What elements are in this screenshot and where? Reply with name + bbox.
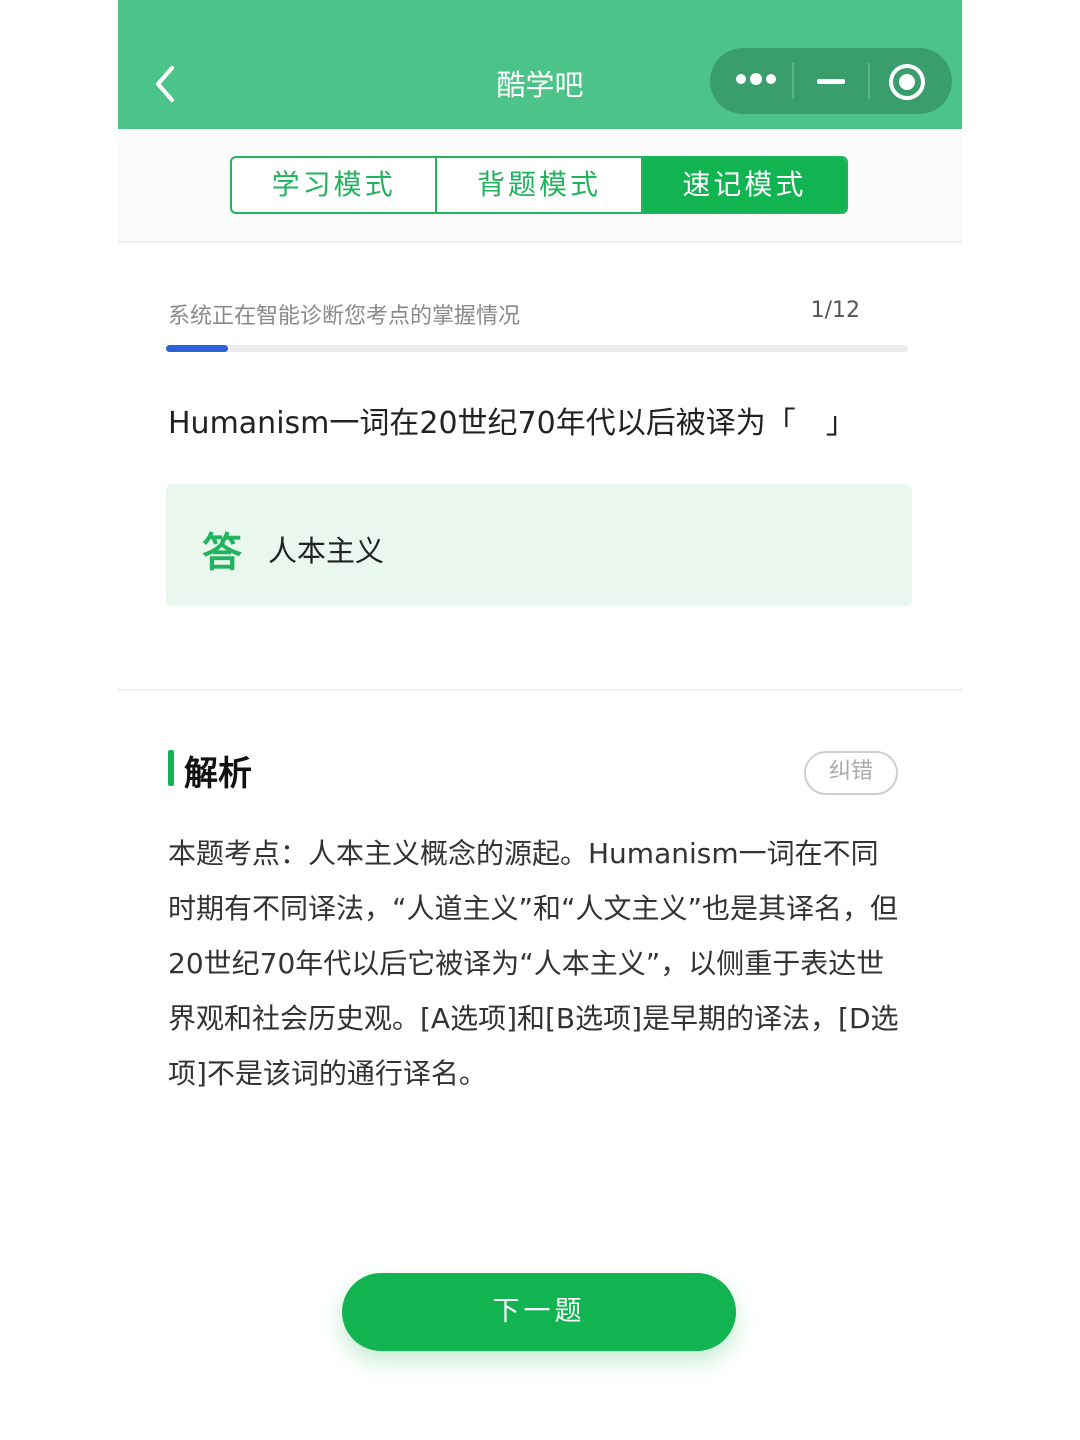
tab-study-mode[interactable]: 学习模式 <box>232 158 435 212</box>
section-divider <box>118 689 962 691</box>
mode-tabs: 学习模式 背题模式 速记模式 <box>230 156 848 214</box>
next-question-button[interactable]: 下一题 <box>342 1273 736 1351</box>
report-error-button[interactable]: 纠错 <box>804 751 898 795</box>
analysis-title: 解析 <box>184 754 252 794</box>
tab-quick-memo-mode[interactable]: 速记模式 <box>640 158 846 212</box>
question-counter: 1/12 <box>810 298 860 323</box>
diagnosis-status: 系统正在智能诊断您考点的掌握情况 <box>168 304 521 329</box>
more-button[interactable] <box>718 48 792 114</box>
answer-text: 人本主义 <box>268 534 385 568</box>
minimize-button[interactable] <box>794 48 868 114</box>
answer-label: 答 <box>202 530 242 576</box>
mode-tabs-area: 学习模式 背题模式 速记模式 <box>118 129 962 243</box>
section-accent-bar <box>168 750 174 786</box>
miniprogram-capsule <box>710 48 952 114</box>
minimize-icon <box>817 79 845 84</box>
nav-bar: 酷学吧 <box>118 0 962 129</box>
close-button[interactable] <box>870 48 944 114</box>
answer-card: 答 人本主义 <box>166 484 912 606</box>
tab-recite-mode[interactable]: 背题模式 <box>435 158 640 212</box>
more-dots-icon <box>736 74 746 84</box>
app-screen: 酷学吧 学习模式 背题模式 速记模式 系统正在智能诊断您考点的掌握情况 1/12… <box>118 0 962 1440</box>
progress-track <box>166 345 908 352</box>
analysis-text: 本题考点：人本主义概念的源起。Humanism一词在不同时期有不同译法，“人道主… <box>168 837 899 1090</box>
progress-fill <box>166 345 228 352</box>
question-text: Humanism一词在20世纪70年代以后被译为「 」 <box>168 406 856 441</box>
